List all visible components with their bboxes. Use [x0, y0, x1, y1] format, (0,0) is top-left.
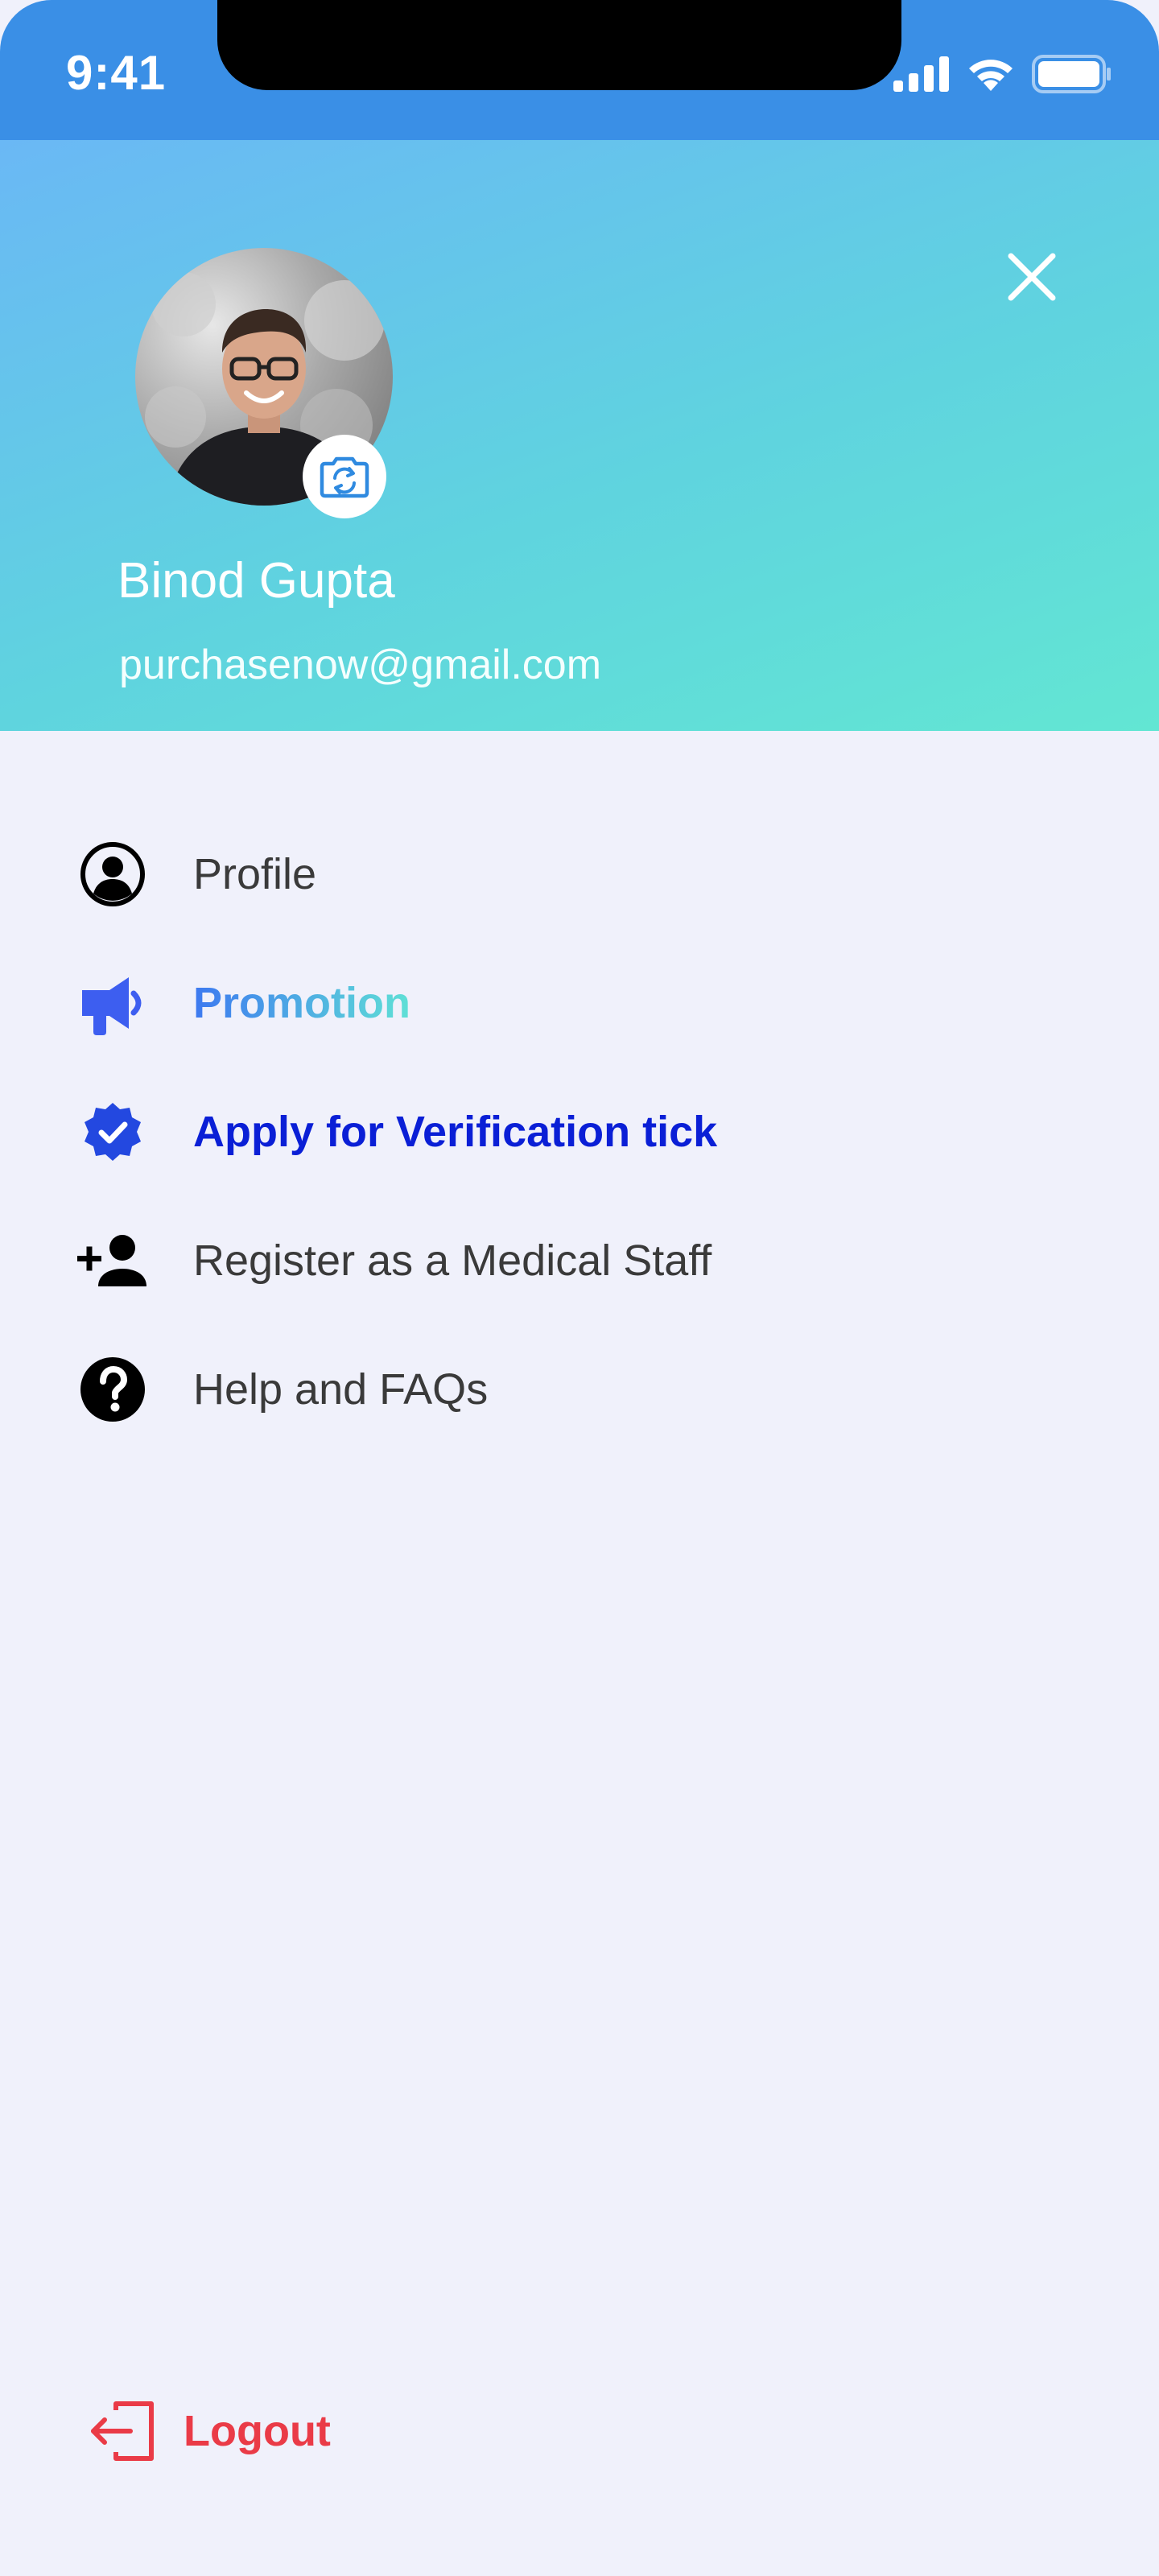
- menu-label-help: Help and FAQs: [193, 1365, 489, 1414]
- verified-badge-icon: [77, 1096, 148, 1167]
- menu-item-profile[interactable]: Profile: [0, 826, 1159, 923]
- drawer-header: Binod Gupta purchasenow@gmail.com: [0, 140, 1159, 731]
- status-time: 9:41: [66, 46, 167, 100]
- menu-label-register-medical-staff: Register as a Medical Staff: [193, 1236, 712, 1285]
- status-bar: 9:41: [0, 0, 1159, 140]
- add-person-icon: [77, 1225, 148, 1296]
- drawer-screen: 9:41 Binod Gupta purchasenow@gmail.com P…: [0, 0, 1159, 2576]
- camera-switch-icon: [320, 456, 369, 498]
- wifi-icon: [969, 60, 1013, 91]
- close-button[interactable]: [998, 243, 1066, 311]
- menu-label-verification: Apply for Verification tick: [193, 1108, 718, 1156]
- notch: [217, 0, 901, 90]
- battery-icon: [1032, 55, 1111, 93]
- help-circle-icon: [77, 1354, 148, 1425]
- person-circle-icon: [77, 839, 148, 910]
- menu-item-help[interactable]: Help and FAQs: [0, 1341, 1159, 1438]
- menu-label-profile: Profile: [193, 850, 317, 898]
- logout-label: Logout: [184, 2407, 331, 2455]
- logout-button[interactable]: Logout: [89, 2383, 410, 2479]
- menu-item-verification[interactable]: Apply for Verification tick: [0, 1084, 1159, 1180]
- user-email: purchasenow@gmail.com: [119, 642, 602, 688]
- menu-label-promotion: Promotion: [193, 979, 410, 1027]
- status-icons: [893, 55, 1112, 93]
- megaphone-icon: [77, 968, 148, 1038]
- logout-icon: [91, 2401, 154, 2461]
- close-icon: [1008, 253, 1056, 301]
- menu-item-register-medical-staff[interactable]: Register as a Medical Staff: [0, 1212, 1159, 1309]
- user-name: Binod Gupta: [118, 553, 395, 609]
- change-photo-button[interactable]: [303, 435, 386, 518]
- menu-item-promotion[interactable]: Promotion: [0, 955, 1159, 1051]
- cellular-signal-icon: [893, 56, 949, 92]
